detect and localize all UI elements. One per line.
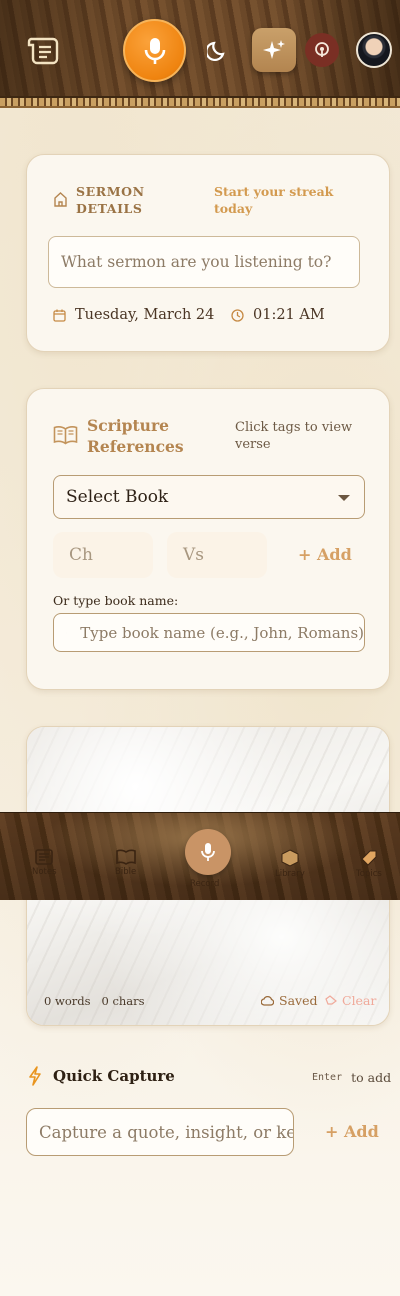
- scripture-references-title: Scripture References: [87, 416, 184, 456]
- nav-record-button[interactable]: [185, 829, 231, 875]
- verse-input[interactable]: Vs: [167, 532, 267, 578]
- eraser-icon: [325, 995, 337, 1005]
- add-reference-button[interactable]: + Add: [298, 545, 352, 564]
- quick-capture-add-button[interactable]: + Add: [325, 1122, 379, 1141]
- enter-key-hint: Enter: [312, 1072, 343, 1083]
- sparkle-icon: [263, 40, 285, 59]
- microphone-icon: [144, 37, 165, 64]
- header-trim: [0, 96, 400, 108]
- lightning-icon: [29, 1066, 41, 1086]
- search-placeholder: Type book name (e.g., John, Romans): [80, 623, 364, 642]
- notes-icon: [35, 849, 54, 865]
- open-book-icon: [53, 426, 78, 445]
- time-text: 01:21 AM: [253, 307, 325, 323]
- chapter-placeholder: Ch: [69, 545, 93, 565]
- record-mic-button[interactable]: [123, 19, 186, 82]
- quick-capture-title: Quick Capture: [53, 1067, 175, 1085]
- sermon-time[interactable]: 01:21 AM: [231, 307, 325, 323]
- sermon-date[interactable]: Tuesday, March 24: [53, 307, 214, 323]
- scripture-hint: Click tags to view verse: [235, 420, 353, 452]
- tag-icon: [361, 850, 377, 866]
- bottom-navigation: Notes Bible Record Library Topics: [0, 812, 400, 900]
- clock-icon: [231, 308, 244, 322]
- calendar-icon: [53, 309, 66, 322]
- select-book-dropdown[interactable]: Select Book: [53, 475, 365, 519]
- sermon-title-placeholder: What sermon are you listening to?: [61, 253, 332, 271]
- app-header: [0, 0, 400, 100]
- podcast-icon: [315, 42, 329, 57]
- word-count: 0 words: [44, 994, 91, 1008]
- sermon-details-label: SERMON DETAILS: [76, 184, 145, 216]
- microphone-icon: [201, 843, 215, 861]
- cloud-icon: [261, 995, 274, 1006]
- podcast-button[interactable]: [305, 33, 339, 67]
- book-name-search-input[interactable]: Type book name (e.g., John, Romans): [53, 613, 365, 652]
- church-icon: [54, 192, 67, 207]
- select-book-value: Select Book: [66, 487, 169, 507]
- sparkle-button[interactable]: [252, 28, 296, 72]
- caret-down-icon: [338, 495, 350, 501]
- clear-button[interactable]: Clear: [325, 993, 376, 1008]
- scroll-icon[interactable]: [26, 34, 62, 66]
- avatar[interactable]: [356, 32, 392, 68]
- nav-item-bible[interactable]: Bible: [115, 849, 136, 877]
- nav-item-library[interactable]: Library: [275, 849, 305, 879]
- nav-item-topics[interactable]: Topics: [356, 849, 382, 879]
- saved-status: Saved: [261, 993, 317, 1008]
- quick-capture-hint: Enter to add: [312, 1070, 392, 1085]
- note-counts: 0 words 0 chars: [44, 994, 145, 1008]
- quick-capture-placeholder: Capture a quote, insight, or key point: [39, 1122, 293, 1142]
- char-count: 0 chars: [101, 994, 145, 1008]
- box-icon: [281, 849, 299, 867]
- moon-icon[interactable]: [204, 36, 232, 64]
- verse-placeholder: Vs: [183, 545, 205, 565]
- bible-icon: [115, 849, 136, 865]
- nav-item-notes[interactable]: Notes: [32, 849, 57, 877]
- date-text: Tuesday, March 24: [75, 307, 215, 323]
- streak-prompt: Start your streak today: [214, 184, 334, 216]
- nav-record-label: Record: [190, 879, 220, 889]
- chapter-input[interactable]: Ch: [53, 532, 153, 578]
- sermon-title-input[interactable]: What sermon are you listening to?: [48, 236, 360, 288]
- or-type-label: Or type book name:: [53, 593, 179, 608]
- sermon-details-card: SERMON DETAILS Start your streak today W…: [26, 154, 390, 352]
- scripture-references-card: Scripture References Click tags to view …: [26, 388, 390, 690]
- quick-capture-input[interactable]: Capture a quote, insight, or key point: [26, 1108, 294, 1156]
